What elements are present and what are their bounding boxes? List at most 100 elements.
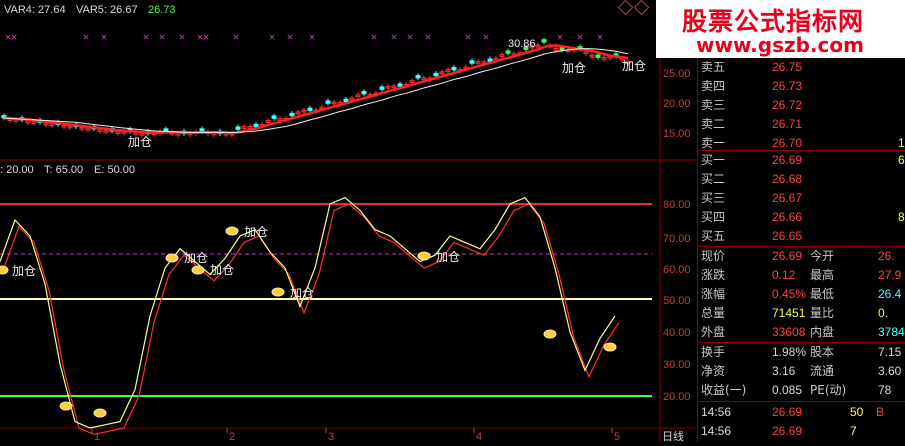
- quote-value: 26.: [878, 249, 895, 263]
- x-tick-label: 4: [476, 431, 482, 442]
- add-position-label: 加仓: [436, 250, 460, 264]
- fund-label: 换手: [701, 345, 726, 359]
- signal-mark: ×: [286, 33, 294, 43]
- quote-value: 71451: [772, 306, 806, 320]
- axis-labels-group: 30.00 25.00 20.00 15.00 80.00 70.00 60.00 50.00…: [91, 38, 691, 443]
- chart-area[interactable]: × × × × × × × × × × × × × × × × × × × × × × 加仓 加仓 加仓 加仓 加仓 加仓 加仓 加仓 加仓…: [0, 0, 697, 443]
- ma-fast-line: [3, 44, 629, 135]
- candle-body: [451, 66, 457, 71]
- bid-price: 26.67: [772, 191, 803, 205]
- candle-body: [361, 91, 367, 95]
- add-position-label: 加仓: [622, 59, 646, 73]
- signal-mark: ×: [100, 33, 108, 43]
- candle-body: [433, 72, 439, 77]
- fund-value: 78: [878, 383, 892, 397]
- signal-mark: ×: [268, 33, 276, 43]
- candle-body: [559, 47, 565, 51]
- signal-mark: ×: [482, 33, 490, 43]
- bid-label: 买三: [701, 191, 726, 205]
- signal-mark: ×: [10, 33, 18, 43]
- fund-value: 7.15: [878, 345, 902, 359]
- add-position-label: 加仓: [562, 61, 586, 75]
- quote-value: 0.12: [772, 268, 796, 282]
- signal-mark: ×: [596, 33, 604, 43]
- ask-label: 卖三: [701, 98, 726, 112]
- signal-mark: ×: [142, 33, 150, 43]
- quote-label: 现价: [701, 249, 726, 263]
- osc-axis-label: 70.00: [663, 233, 691, 245]
- osc-yellow-line: [0, 196, 616, 429]
- candle-body: [289, 112, 295, 117]
- ask-price: 26.72: [772, 98, 803, 112]
- ask-price: 26.71: [772, 117, 803, 131]
- period-label: 日线: [662, 429, 684, 442]
- candle-body: [379, 86, 385, 90]
- ask-price: 26.75: [772, 60, 803, 74]
- kline-chart[interactable]: ×× × × × × × ×× × × × × × × × × × × × × ×加仓加仓 加仓加仓加仓加仓加仓加仓加仓…: [0, 0, 697, 443]
- add-position-label: 加仓: [12, 264, 36, 278]
- signal-mark: ×: [390, 33, 398, 43]
- var5-value: 26.67: [110, 4, 138, 16]
- third-value: 26.73: [148, 4, 176, 16]
- var4-value: 27.64: [38, 4, 66, 16]
- quote-label: 内盘: [810, 325, 835, 339]
- signal-mark: ×: [158, 33, 166, 43]
- candle-body: [199, 128, 205, 132]
- price-axis-label: 25.00: [663, 68, 691, 80]
- add-position-label: 加仓: [184, 251, 208, 265]
- signal-mark: ×: [556, 33, 564, 43]
- quote-label: 最高: [810, 268, 835, 282]
- osc-axis-label: 80.00: [663, 199, 691, 211]
- fund-label: 股本: [810, 345, 835, 359]
- quote-value: 3784: [878, 325, 905, 339]
- bid-price: 26.68: [772, 172, 803, 186]
- signal-mark: ×: [464, 33, 472, 43]
- candle-body: [415, 75, 421, 79]
- add-position-label: 加仓: [128, 135, 152, 149]
- bid-volume: 6: [898, 153, 905, 167]
- indicator-lines-group: [0, 44, 629, 436]
- sub-param-1: : 20.00: [0, 164, 34, 176]
- candle-body: [541, 39, 547, 43]
- bid-label: 买四: [701, 210, 726, 224]
- gold-ingot-icon: [543, 329, 557, 339]
- candles-group: [1, 37, 631, 138]
- add-position-label: 加仓: [244, 225, 268, 239]
- bid-price: 26.65: [772, 229, 803, 243]
- bid-label: 买一: [701, 153, 726, 167]
- signal-mark: ×: [202, 33, 210, 43]
- signal-mark: ×: [424, 33, 432, 43]
- ask-price: 26.73: [772, 79, 803, 93]
- fund-label: PE(动): [810, 383, 847, 397]
- fund-label: 净资: [701, 364, 726, 378]
- candle-body: [253, 123, 259, 128]
- fund-value: 3.60: [878, 364, 902, 378]
- tick-price: 26.69: [772, 405, 803, 419]
- signal-mark: ×: [406, 33, 414, 43]
- x-tick-label: 2: [229, 431, 235, 442]
- price-axis-label: 20.00: [663, 98, 691, 110]
- tick-time: 14:56: [701, 405, 732, 419]
- quote-value: 0.45%: [772, 287, 807, 301]
- candle-body: [505, 50, 511, 54]
- fund-value: 1.98%: [772, 345, 807, 359]
- tick-volume: 7: [850, 424, 857, 438]
- candle-body: [271, 115, 277, 119]
- quote-label: 量比: [810, 306, 835, 320]
- candle-body: [307, 107, 313, 112]
- candle-body: [343, 98, 349, 103]
- gold-ingot-icon: [93, 408, 107, 418]
- x-tick-label: 3: [328, 431, 334, 442]
- sub-param-t: T: 65.00: [44, 164, 84, 176]
- quote-label: 最低: [810, 287, 835, 301]
- gold-ingot-icon: [165, 253, 179, 263]
- signal-mark: ×: [178, 33, 186, 43]
- gold-ingot-icon: [59, 401, 73, 411]
- quote-panel: 卖五 26.75 卖四 26.73 卖三 26.72 卖二 26.71 卖一 26.70 1 买一 26…: [697, 0, 905, 442]
- add-position-label: 加仓: [290, 286, 314, 300]
- osc-axis-label: 20.00: [663, 391, 691, 403]
- var5-readout: VAR5: 26.67: [76, 4, 138, 16]
- bid-label: 买二: [701, 172, 726, 186]
- osc-axis-label: 30.00: [663, 359, 691, 371]
- var4-label: VAR4:: [4, 4, 35, 16]
